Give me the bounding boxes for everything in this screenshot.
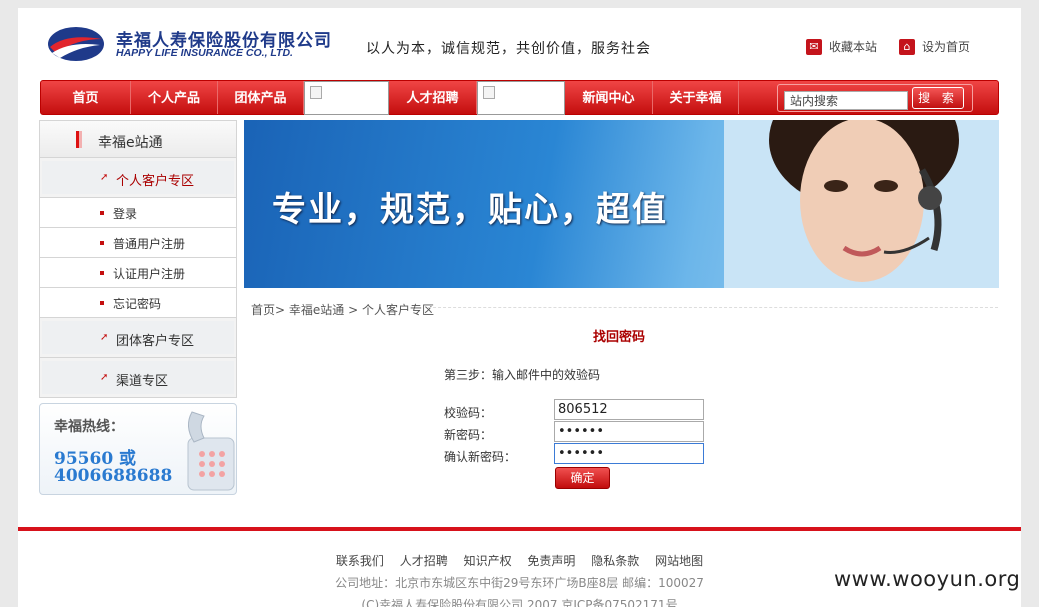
company-logo [48, 27, 104, 61]
breadcrumb-personal[interactable]: 个人客户专区 [362, 303, 434, 317]
confirm-password-input[interactable]: •••••• [554, 443, 704, 464]
bullet-icon [100, 241, 104, 245]
bookmark-icon: ✉ [806, 38, 822, 55]
set-home-link[interactable]: ⌂ 设为首页 [899, 38, 970, 55]
sidebar-header: 幸福e站通 [39, 120, 237, 158]
broken-image-1 [304, 81, 389, 115]
bullet-icon [100, 211, 104, 215]
sidebar-item-login[interactable]: 登录 [39, 198, 237, 228]
page: 幸福人寿保险股份有限公司 HAPPY LIFE INSURANCE CO., L… [18, 8, 1021, 607]
sidebar-item-label: 登录 [113, 207, 138, 221]
arrow-icon: ➚ [100, 172, 109, 183]
sidebar-item-label: 普通用户注册 [113, 237, 186, 251]
sidebar-item-register[interactable]: 普通用户注册 [39, 228, 237, 258]
nav-news[interactable]: 新闻中心 [565, 81, 653, 114]
nav-home[interactable]: 首页 [41, 81, 131, 114]
sidebar: 幸福e站通 ➚ 个人客户专区 登录 普通用户注册 认证用户注册 忘记密码 ➚ 团… [39, 120, 237, 495]
hotline-label: 幸福热线： [54, 419, 124, 435]
arrow-icon: ➚ [100, 332, 109, 343]
footer-link-careers[interactable]: 人才招聘 [400, 554, 448, 568]
divider [428, 307, 998, 308]
bookmark-label: 收藏本站 [829, 40, 878, 54]
hotline-box: 幸福热线： 95560 或 4006688688 [39, 403, 237, 495]
sidebar-section-group[interactable]: ➚ 团体客户专区 [39, 318, 237, 358]
sidebar-section-personal[interactable]: ➚ 个人客户专区 [39, 158, 237, 198]
banner: 专业，规范，贴心，超值 [244, 120, 999, 288]
code-input[interactable]: 806512 [554, 399, 704, 420]
broken-image-icon [483, 86, 495, 99]
footer-copyright: (C)幸福人寿保险股份有限公司 2007 京ICP备07502171号 [361, 598, 678, 607]
nav-group-products[interactable]: 团体产品 [218, 81, 304, 114]
footer-link-privacy[interactable]: 隐私条款 [591, 554, 639, 568]
breadcrumb-home[interactable]: 首页 [251, 303, 275, 317]
bullet-icon [100, 301, 104, 305]
customer-service-photo [724, 120, 999, 288]
main-nav: 首页 个人产品 团体产品 人才招聘 新闻中心 关于幸福 站内搜索 搜 索 [40, 80, 999, 115]
step-text: 第三步：输入邮件中的效验码 [444, 368, 601, 382]
slogan: 以人为本，诚信规范，共创价值，服务社会 [366, 41, 651, 57]
home-icon: ⌂ [899, 38, 915, 55]
footer-divider [18, 527, 1021, 531]
sidebar-item-verified-register[interactable]: 认证用户注册 [39, 258, 237, 288]
set-home-label: 设为首页 [922, 40, 971, 54]
footer-link-ip[interactable]: 知识产权 [464, 554, 512, 568]
watermark: www.wooyun.org [834, 567, 1021, 591]
footer-link-contact[interactable]: 联系我们 [336, 554, 384, 568]
sidebar-item-forgot-password[interactable]: 忘记密码 [39, 288, 237, 318]
telephone-icon [187, 411, 235, 491]
breadcrumb: 首页> 幸福e站通 > 个人客户专区 [251, 303, 434, 317]
broken-image-icon [310, 86, 322, 99]
sidebar-header-bar [76, 131, 82, 148]
bookmark-link[interactable]: ✉ 收藏本站 [806, 38, 877, 55]
section-label: 个人客户专区 [116, 174, 195, 189]
broken-image-2 [477, 81, 565, 115]
hotline-number-2: 4006688688 [54, 466, 173, 486]
section-label: 团体客户专区 [116, 334, 195, 349]
confirm-button[interactable]: 确定 [555, 467, 610, 489]
search-input[interactable]: 站内搜索 [784, 91, 908, 110]
nav-careers[interactable]: 人才招聘 [389, 81, 477, 114]
sidebar-section-channel[interactable]: ➚ 渠道专区 [39, 358, 237, 398]
company-name-en: HAPPY LIFE INSURANCE CO., LTD. [116, 47, 293, 59]
nav-personal-products[interactable]: 个人产品 [131, 81, 218, 114]
breadcrumb-estation[interactable]: 幸福e站通 [289, 303, 344, 317]
sidebar-title: 幸福e站通 [98, 135, 163, 151]
footer-link-disclaimer[interactable]: 免责声明 [527, 554, 575, 568]
code-label: 校验码： [444, 406, 493, 420]
nav-about[interactable]: 关于幸福 [653, 81, 739, 114]
bullet-icon [100, 271, 104, 275]
sidebar-item-label: 忘记密码 [113, 297, 162, 311]
sidebar-item-label: 认证用户注册 [113, 267, 186, 281]
new-password-input[interactable]: •••••• [554, 421, 704, 442]
confirm-password-label: 确认新密码： [444, 450, 517, 464]
footer-link-sitemap[interactable]: 网站地图 [655, 554, 703, 568]
new-password-label: 新密码： [444, 428, 493, 442]
section-label: 渠道专区 [116, 374, 169, 389]
form-title: 找回密码 [593, 330, 646, 345]
banner-text: 专业，规范，贴心，超值 [272, 190, 668, 230]
search-button[interactable]: 搜 索 [912, 87, 964, 109]
arrow-icon: ➚ [100, 372, 109, 383]
